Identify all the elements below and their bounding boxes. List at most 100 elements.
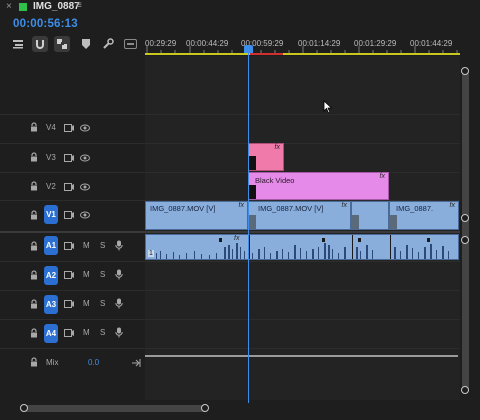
track-target-a4[interactable]: A4 (44, 324, 58, 343)
clip-thumbnail (390, 215, 397, 229)
lock-icon[interactable] (30, 181, 38, 193)
voice-over-record-mic-icon[interactable] (115, 240, 123, 253)
solo-track-button[interactable]: S (100, 299, 105, 308)
mute-track-button[interactable]: M (83, 270, 90, 279)
toggle-sync-lock-icon[interactable] (64, 124, 74, 134)
clip-thumbnail (249, 185, 256, 199)
linked-selection-icon[interactable] (54, 36, 70, 52)
in-out-work-area-bar[interactable] (145, 53, 460, 55)
toggle-sync-lock-icon[interactable] (64, 271, 74, 281)
solo-track-button[interactable]: S (100, 328, 105, 337)
lock-icon[interactable] (30, 122, 38, 134)
fx-badge: fx (379, 173, 385, 180)
playhead-timecode[interactable]: 00:00:56:13 (13, 18, 78, 30)
mute-track-button[interactable]: M (83, 299, 90, 308)
horizontal-scroll-handle-right[interactable] (201, 404, 209, 412)
close-tab-icon[interactable]: × (6, 1, 12, 12)
playhead-handle[interactable] (244, 45, 253, 53)
toggle-sync-lock-icon[interactable] (64, 242, 74, 252)
fx-badge: fx (238, 202, 244, 209)
panel-menu-icon[interactable]: ≡ (76, 0, 82, 11)
video-audio-divider[interactable] (0, 231, 460, 233)
fx-badge: fx (341, 202, 347, 209)
mouse-cursor-icon (323, 100, 333, 116)
solo-track-button[interactable]: S (100, 270, 105, 279)
solo-track-button[interactable]: S (100, 241, 105, 250)
playhead-line[interactable] (248, 46, 249, 406)
fx-badge: fx (274, 144, 280, 151)
lock-icon[interactable] (30, 270, 38, 282)
video-scroll-handle-bottom[interactable] (461, 214, 469, 222)
v3-clip[interactable]: fx (248, 143, 284, 171)
lock-icon[interactable] (30, 299, 38, 311)
insert-overwrite-icon[interactable] (10, 36, 26, 52)
clip-name: Black Video (255, 176, 295, 185)
voice-over-record-mic-icon[interactable] (115, 298, 123, 311)
audio-waveform (156, 235, 449, 259)
clip-name: IMG_0887.MOV [V] (258, 204, 324, 213)
clip-thumbnail (249, 215, 256, 229)
track-name: V4 (46, 123, 56, 132)
go-to-out-icon[interactable] (132, 359, 141, 369)
mix-track-label: Mix (46, 358, 59, 367)
toggle-track-output-eye-icon[interactable] (80, 154, 90, 164)
toggle-sync-lock-icon[interactable] (64, 154, 74, 164)
a1-audio-clip[interactable]: 1 fx (145, 234, 459, 260)
v1-clip[interactable]: IMG_0887. fx (389, 201, 459, 230)
voice-over-record-mic-icon[interactable] (115, 327, 123, 340)
v1-clip[interactable]: IMG_0887.MOV [V] fx (248, 201, 351, 230)
vertical-scroll-handle-top[interactable] (461, 67, 469, 75)
sequence-tab-title[interactable]: IMG_0887 (33, 1, 80, 12)
clip-name: IMG_0887. (396, 204, 434, 213)
lock-icon[interactable] (30, 357, 38, 369)
voice-over-record-mic-icon[interactable] (115, 269, 123, 282)
snap-icon[interactable] (32, 36, 48, 52)
lock-icon[interactable] (30, 210, 38, 222)
audio-scroll-handle-top[interactable] (461, 236, 469, 244)
settings-wrench-icon[interactable] (100, 36, 116, 52)
clip-thumbnail (352, 215, 359, 229)
mix-volume-line[interactable] (145, 355, 458, 357)
track-divider (0, 114, 460, 115)
lock-icon[interactable] (30, 241, 38, 253)
horizontal-scroll-thumb[interactable] (20, 405, 208, 412)
v1-clip[interactable]: IMG_0887.MOV [V] fx (145, 201, 248, 230)
horizontal-scroll-handle-left[interactable] (20, 404, 28, 412)
track-divider (0, 172, 460, 173)
track-divider (0, 261, 460, 262)
lock-icon[interactable] (30, 328, 38, 340)
clip-name: IMG_0887.MOV [V] (150, 204, 216, 213)
black-video-clip[interactable]: Black Video fx (248, 172, 389, 200)
track-divider (0, 319, 460, 320)
vertical-scroll-thumb[interactable] (462, 70, 469, 392)
track-divider (0, 290, 460, 291)
fx-badge: fx (449, 202, 455, 209)
track-name: V2 (46, 182, 56, 191)
clip-thumbnail (249, 156, 256, 170)
track-divider (0, 348, 460, 349)
mute-track-button[interactable]: M (83, 328, 90, 337)
add-marker-icon[interactable] (78, 36, 94, 52)
mute-track-button[interactable]: M (83, 241, 90, 250)
lock-icon[interactable] (30, 152, 38, 164)
toggle-track-output-eye-icon[interactable] (80, 211, 90, 221)
ruler-ticks (146, 46, 458, 53)
render-status-bar (250, 53, 283, 55)
toggle-track-output-eye-icon[interactable] (80, 183, 90, 193)
track-name: V3 (46, 153, 56, 162)
track-target-a1[interactable]: A1 (44, 236, 58, 255)
track-target-a2[interactable]: A2 (44, 266, 58, 285)
toggle-sync-lock-icon[interactable] (64, 300, 74, 310)
track-divider (0, 143, 460, 144)
toggle-sync-lock-icon[interactable] (64, 183, 74, 193)
toggle-track-output-eye-icon[interactable] (80, 124, 90, 134)
mix-volume-value[interactable]: 0.0 (88, 358, 99, 367)
toggle-sync-lock-icon[interactable] (64, 211, 74, 221)
sequence-color-swatch (19, 3, 27, 11)
vertical-scroll-handle-bottom[interactable] (461, 386, 469, 394)
captions-icon[interactable] (122, 36, 138, 52)
track-target-a3[interactable]: A3 (44, 295, 58, 314)
track-target-v1[interactable]: V1 (44, 205, 58, 224)
v1-clip[interactable] (351, 201, 389, 230)
toggle-sync-lock-icon[interactable] (64, 329, 74, 339)
